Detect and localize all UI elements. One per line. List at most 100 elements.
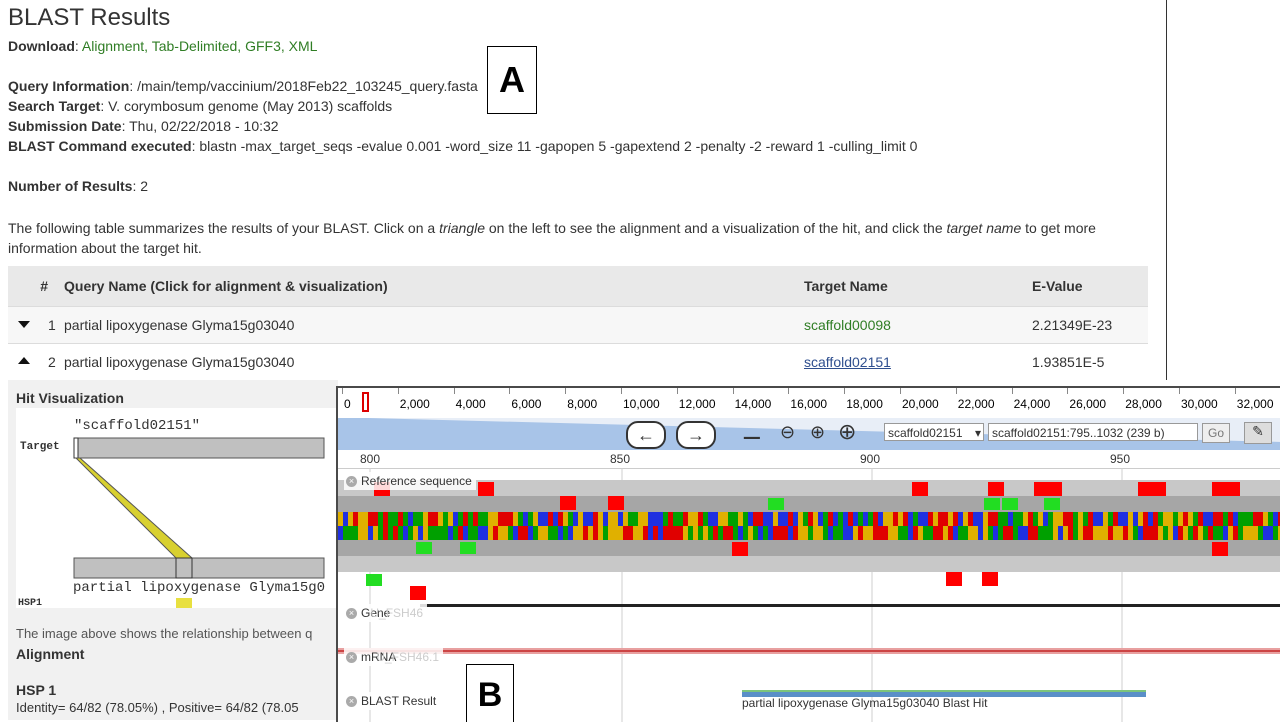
read-band	[338, 556, 1280, 572]
ruler-tick-mark	[900, 388, 901, 394]
base-cell	[413, 526, 418, 540]
base-cell	[798, 512, 803, 526]
blast-hit-label: partial lipoxygenase Glyma15g03040 Blast…	[742, 696, 988, 710]
ruler-tick-label: 14,000	[734, 397, 772, 411]
close-icon[interactable]: ×	[346, 652, 357, 664]
identity-line: Identity= 64/82 (78.05%) , Positive= 64/…	[16, 700, 299, 715]
go-button[interactable]: Go	[1202, 423, 1230, 443]
expand-triangle-icon[interactable]	[18, 321, 30, 328]
num-results-row: Number of Results: 2	[8, 178, 149, 194]
reference-sequence-select[interactable]: scaffold02151 ▾	[884, 423, 984, 441]
base-cell	[348, 512, 353, 526]
ruler-tick-label: 30,000	[1181, 397, 1218, 411]
base-cell	[1058, 526, 1063, 540]
base-cell	[923, 512, 928, 526]
scale-tick-label: 900	[860, 452, 881, 466]
base-cell	[888, 512, 893, 526]
mrna-track-label[interactable]: × mRNAU_FSH46.1	[344, 648, 444, 666]
base-cell	[403, 526, 408, 540]
base-cell	[408, 512, 413, 526]
base-cell	[1268, 512, 1273, 526]
base-cell	[1208, 526, 1213, 540]
table-row[interactable]: 2 partial lipoxygenase Glyma15g03040 sca…	[8, 343, 1148, 380]
blast-result-track-label[interactable]: × BLAST Result	[344, 692, 441, 710]
genome-browser[interactable]: 0 2,000 4,000 6,000 8,000 10,000 12,000 14,000 1…	[336, 386, 1280, 722]
base-cell	[1128, 526, 1133, 540]
ruler-tick-label: 18,000	[846, 397, 883, 411]
ruler-tick-label: 0	[344, 397, 351, 411]
gene-track-label[interactable]: × GeneU_FSH46	[344, 604, 428, 622]
target-name-link[interactable]: scaffold02151	[804, 343, 1032, 380]
ruler-tick-label: 20,000	[902, 397, 939, 411]
base-cell	[713, 526, 718, 540]
col-header-target: Target Name	[804, 266, 1032, 307]
query-name-cell[interactable]: partial lipoxygenase Glyma15g03040	[64, 306, 804, 344]
base-cell	[363, 512, 368, 526]
close-icon[interactable]: ×	[346, 608, 357, 620]
zoom-out-icon[interactable]: ⊖	[780, 422, 795, 443]
ruler-tick-label: 16,000	[790, 397, 828, 411]
base-cell	[513, 512, 518, 526]
base-cell	[768, 526, 773, 540]
base-cell	[1073, 512, 1078, 526]
close-icon[interactable]: ×	[346, 476, 357, 488]
base-cell	[1108, 526, 1113, 540]
location-input[interactable]: scaffold02151:795..1032 (239 b)	[988, 423, 1198, 441]
zoom-out-large-icon[interactable]: ⚊	[742, 419, 762, 445]
base-cell	[1168, 526, 1173, 540]
reference-sequence-track-label[interactable]: × Reference sequence	[344, 472, 476, 490]
ruler-tick-label: 28,000	[1125, 397, 1162, 411]
base-cell	[1103, 512, 1108, 526]
base-cell	[1013, 512, 1018, 526]
base-cell	[1178, 512, 1183, 526]
overview-location-marker[interactable]	[362, 392, 369, 412]
download-alignment-link[interactable]: Alignment	[82, 38, 144, 54]
base-cell	[873, 526, 878, 540]
zoom-in-icon[interactable]: ⊕	[810, 422, 825, 443]
target-name-link[interactable]: scaffold00098	[804, 306, 1032, 344]
overview-ruler[interactable]: 0 2,000 4,000 6,000 8,000 10,000 12,000 14,000 1…	[338, 388, 1280, 419]
hit-query-name: partial lipoxygenase Glyma15g0	[73, 580, 326, 596]
base-cell	[1148, 526, 1153, 540]
base-cell	[688, 526, 693, 540]
pan-right-button[interactable]: →	[676, 421, 716, 449]
base-cell	[948, 526, 953, 540]
base-cell	[958, 512, 963, 526]
base-cell	[1023, 512, 1028, 526]
base-cell	[1133, 512, 1138, 526]
base-cell	[1253, 526, 1258, 540]
base-cell	[353, 526, 358, 540]
highlight-button[interactable]: ✎	[1244, 422, 1272, 444]
ruler-tick-mark	[1234, 388, 1236, 394]
base-cell	[598, 512, 603, 526]
base-cell	[978, 512, 983, 526]
base-cell	[963, 512, 968, 526]
base-cell	[588, 512, 593, 526]
pan-left-button[interactable]: ←	[626, 421, 666, 449]
base-cell	[998, 512, 1003, 526]
base-cell	[723, 512, 728, 526]
base-cell	[1048, 526, 1053, 540]
base-cell	[953, 512, 958, 526]
download-tab-delimited-link[interactable]: Tab-Delimited	[152, 38, 238, 54]
table-row[interactable]: 1 partial lipoxygenase Glyma15g03040 sca…	[8, 306, 1148, 344]
detail-scale: 800 850 900 950	[338, 450, 1280, 469]
base-cell	[1138, 512, 1143, 526]
base-cell	[443, 512, 448, 526]
query-name-cell[interactable]: partial lipoxygenase Glyma15g03040	[64, 343, 804, 380]
mismatch-mark	[988, 482, 1004, 496]
base-cell	[863, 526, 868, 540]
zoom-in-large-icon[interactable]: ⊕	[838, 419, 856, 445]
ruler-tick-label: 6,000	[511, 397, 542, 411]
target-hit-marker	[73, 437, 79, 459]
hit-visualization-panel: Hit Visualization "scaffold02151" Target…	[8, 380, 338, 720]
download-xml-link[interactable]: XML	[289, 38, 318, 54]
base-cell	[1148, 512, 1153, 526]
base-cell	[1183, 512, 1188, 526]
base-cell	[1043, 512, 1048, 526]
base-cell	[718, 526, 723, 540]
ruler-tick-mark	[788, 388, 790, 394]
collapse-triangle-icon[interactable]	[18, 357, 30, 364]
close-icon[interactable]: ×	[346, 696, 357, 708]
download-gff3-link[interactable]: GFF3	[245, 38, 281, 54]
